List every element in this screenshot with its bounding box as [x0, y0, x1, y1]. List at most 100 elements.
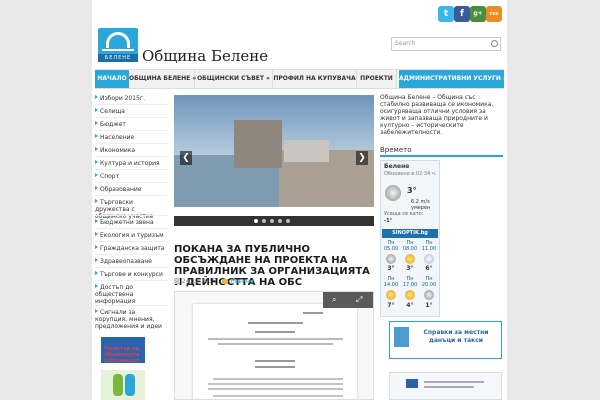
eu-program-banner[interactable]: [389, 372, 502, 400]
sidebar-item-economy[interactable]: Икономика: [95, 147, 168, 154]
site-title[interactable]: Община Белене: [142, 47, 268, 65]
rss-icon[interactable]: rss: [486, 6, 502, 22]
sidebar-item-sport[interactable]: Спорт: [95, 173, 168, 180]
nav-item-municipality[interactable]: ОБЩИНА БЕЛЕНЕ »: [129, 70, 196, 88]
bullet-icon: [95, 219, 98, 223]
sidebar-item-public-info[interactable]: Достъп до обществена информация: [95, 284, 168, 305]
image-slider[interactable]: ❮ ❯: [174, 95, 374, 207]
doc-line: [255, 331, 295, 333]
drop-icon: [125, 374, 135, 396]
nav-item-buyer-profile[interactable]: ПРОФИЛ НА КУПУВАЧА: [273, 70, 357, 88]
page: БЕЛЕНЕ Община Белене t f g+ rss Search Н…: [92, 0, 507, 400]
bullet-icon: [95, 232, 98, 236]
doc-line: [218, 343, 333, 345]
sidebar-item-ecology[interactable]: Екология и туризъм: [95, 232, 168, 239]
divider: [95, 267, 168, 268]
zoom-icon[interactable]: ⌕: [332, 295, 336, 305]
sidebar-item-civil-protection[interactable]: Гражданска защита: [95, 245, 168, 252]
sidebar-item-healthcare[interactable]: Здравеопазване: [95, 258, 168, 265]
slide-fortress-ruin: [284, 140, 329, 162]
sidebar-item-tenders[interactable]: Търгове и конкурси: [95, 271, 168, 278]
sinoptik-logo[interactable]: SINOPTIK.bg: [382, 229, 438, 238]
search-icon[interactable]: [491, 40, 498, 47]
divider: [95, 215, 168, 216]
article-meta: 24.11.2015 Новини: [174, 278, 254, 285]
forecast-temp: 4°: [406, 302, 414, 309]
slider-dot[interactable]: [270, 219, 274, 223]
nav-item-admin-services[interactable]: АДМИНИСТРАТИВНИ УСЛУГИ »: [399, 70, 507, 88]
sun-icon: [386, 290, 396, 300]
weather-temp: 3°: [407, 186, 417, 195]
sidebar-item-elections[interactable]: Избори 2015г.: [95, 95, 168, 102]
slider-dot[interactable]: [262, 219, 266, 223]
sponsor-banner[interactable]: [101, 370, 145, 400]
facebook-icon[interactable]: f: [454, 6, 470, 22]
slide-fortress-wall: [234, 120, 282, 168]
article-category[interactable]: Новини: [230, 278, 253, 285]
bullet-icon: [95, 160, 98, 164]
cloud-icon: [424, 254, 434, 264]
banner-line: [424, 381, 484, 383]
calendar-icon: [174, 278, 180, 284]
bullet-icon: [95, 199, 98, 203]
search-input[interactable]: Search: [391, 37, 501, 51]
weather-feels-label: Усеща се като:: [384, 211, 424, 217]
bullet-icon: [95, 245, 98, 249]
doc-line: [248, 322, 303, 324]
bullet-icon: [95, 186, 98, 190]
sidebar-item-companies[interactable]: Търговски дружества с общинско участие: [95, 199, 168, 220]
bullet-icon: [95, 173, 98, 177]
local-taxes-banner[interactable]: Справки за местни данъци и такси: [389, 321, 502, 359]
divider: [95, 143, 168, 144]
logo-wave-shape: [102, 49, 134, 51]
sidebar-item-population[interactable]: Население: [95, 134, 168, 141]
slider-dot[interactable]: [278, 219, 282, 223]
forecast-slot: Пн 17.00: [402, 276, 418, 288]
eu-flag-icon: [406, 379, 418, 388]
slider-dot[interactable]: [254, 219, 258, 223]
twitter-icon[interactable]: t: [438, 6, 454, 22]
sidebar-item-education[interactable]: Образование: [95, 186, 168, 193]
municipality-logo[interactable]: БЕЛЕНЕ: [98, 28, 138, 62]
sidebar-item-budget[interactable]: Бюджет: [95, 121, 168, 128]
sidebar-item-corruption-signals[interactable]: Сигнали за корупция, мнения, предложения…: [95, 309, 168, 330]
bullet-icon: [95, 134, 98, 138]
slider-dot[interactable]: [286, 219, 290, 223]
moon-icon: [424, 290, 434, 300]
doc-line: [208, 338, 343, 340]
popout-icon[interactable]: ⤢: [356, 295, 362, 305]
moon-icon: [386, 254, 396, 264]
forecast-temp: 3°: [406, 265, 414, 272]
divider: [95, 182, 168, 183]
sun-icon: [405, 290, 415, 300]
property-register-banner[interactable]: Регистър на общинската собственост: [101, 337, 145, 364]
googleplus-icon[interactable]: g+: [470, 6, 486, 22]
doc-line: [208, 383, 343, 385]
weather-heading: Времето: [380, 146, 503, 157]
sidebar-item-settlements[interactable]: Селища: [95, 108, 168, 115]
doc-line: [208, 388, 343, 390]
slider-prev-button[interactable]: ❮: [180, 151, 192, 165]
bullet-icon: [95, 258, 98, 262]
doc-line: [213, 395, 343, 397]
document-preview[interactable]: ⌕ ⤢: [174, 291, 374, 400]
nav-item-projects[interactable]: ПРОЕКТИ: [357, 70, 397, 88]
nav-item-home[interactable]: НАЧАЛО: [95, 70, 129, 88]
slider-next-button[interactable]: ❯: [356, 151, 368, 165]
forecast-temp: 6°: [425, 265, 433, 272]
article-date: 24.11.2015: [182, 278, 217, 285]
sidebar-item-budget-units[interactable]: Бюджетни звена: [95, 219, 168, 226]
municipality-intro: Община Белене – Община със стабилно разв…: [380, 94, 494, 136]
divider: [95, 104, 168, 105]
nav-item-council[interactable]: ОБЩИНСКИ СЪВЕТ »: [195, 70, 273, 88]
leaf-icon: [113, 374, 123, 396]
sidebar-item-culture[interactable]: Култура и история: [95, 160, 168, 167]
document-toolbar: ⌕ ⤢: [323, 292, 373, 308]
bullet-icon: [95, 95, 98, 99]
weather-widget[interactable]: Белене Обновено в 02:34 ч. 3° 6.2 m/s уме…: [380, 160, 440, 317]
doc-line: [213, 378, 343, 380]
divider: [95, 195, 168, 196]
main-nav: НАЧАЛО ОБЩИНА БЕЛЕНЕ » ОБЩИНСКИ СЪВЕТ » …: [95, 69, 507, 89]
forecast-temp: 3°: [387, 265, 395, 272]
forecast-slot: Пн 11.00: [421, 240, 437, 252]
